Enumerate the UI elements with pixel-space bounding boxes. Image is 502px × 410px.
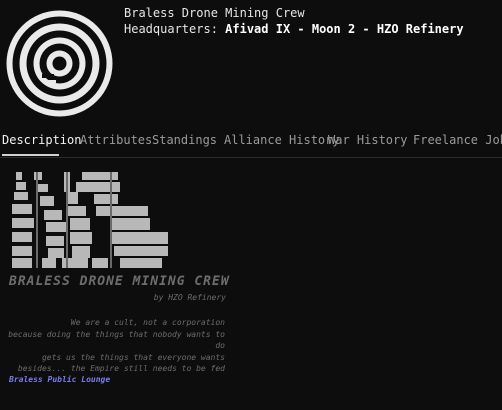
tab-description[interactable]: Description — [2, 133, 81, 147]
motto-line: gets us the things that everyone wants — [41, 352, 225, 362]
tab-freelance-jobs[interactable]: Freelance Jobs — [413, 133, 502, 147]
crew-title: BRALESS DRONE MINING CREW — [9, 274, 230, 289]
motto-line: We are a cult, not a corporation — [70, 318, 225, 327]
corporation-name: Braless Drone Mining Crew — [124, 6, 305, 20]
tab-attributes[interactable]: Attributes — [80, 133, 152, 147]
active-tab-indicator — [2, 154, 59, 156]
by-line: by HZO Refinery — [153, 293, 226, 302]
headquarters-link[interactable]: Afivad IX - Moon 2 - HZO Refinery — [225, 22, 463, 36]
corporation-logo-icon — [6, 10, 113, 117]
tab-bar: Description Attributes Standings Allianc… — [0, 133, 502, 158]
motto-line: besides... the Empire still needs to be … — [17, 364, 225, 373]
motto-line: because doing the things that nobody wan… — [8, 329, 225, 351]
tab-alliance-history[interactable]: Alliance History — [224, 133, 340, 147]
tab-standings[interactable]: Standings — [152, 133, 217, 147]
tab-war-history[interactable]: War History — [328, 133, 407, 147]
headquarters-label: Headquarters: — [124, 22, 218, 36]
headquarters-line: Headquarters: Afivad IX - Moon 2 - HZO R… — [124, 22, 464, 36]
motto-text: We are a cult, not a corporation because… — [0, 317, 225, 375]
bdmc-banner-icon — [12, 172, 168, 268]
public-lounge-link[interactable]: Braless Public Lounge — [9, 375, 110, 384]
